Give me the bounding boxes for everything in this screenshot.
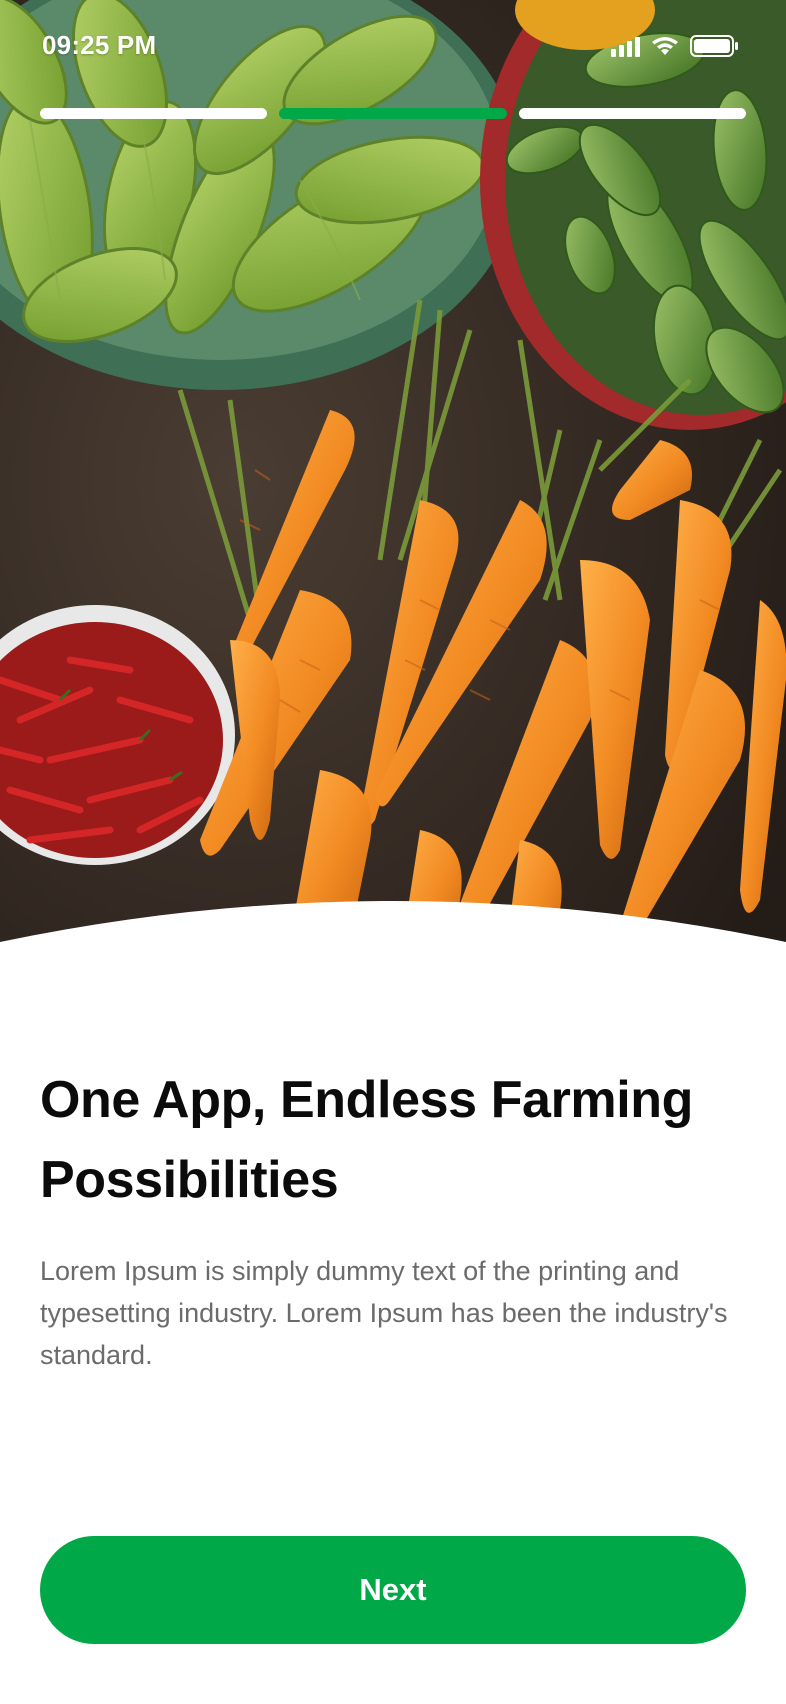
- page-indicator-step-1: [40, 108, 268, 119]
- onboarding-description: Lorem Ipsum is simply dummy text of the …: [40, 1256, 728, 1370]
- page-indicator: [40, 108, 746, 120]
- status-time: 09:25 PM: [42, 30, 157, 60]
- page-indicator-step-2: [279, 108, 507, 119]
- status-bar: 09:25 PM: [0, 0, 786, 96]
- wifi-icon: [650, 35, 680, 57]
- hero-image: [0, 0, 786, 960]
- status-icons: [611, 32, 740, 60]
- cellular-signal-icon: [611, 35, 640, 57]
- next-button[interactable]: Next: [40, 1536, 746, 1644]
- onboarding-screen: 09:25 PM One App, Endless Farming Possib…: [0, 0, 786, 1704]
- onboarding-content: One App, Endless Farming Possibilities L…: [40, 1060, 746, 1376]
- onboarding-title: One App, Endless Farming Possibilities: [40, 1071, 694, 1209]
- page-indicator-step-3: [518, 108, 746, 119]
- battery-icon: [690, 34, 740, 58]
